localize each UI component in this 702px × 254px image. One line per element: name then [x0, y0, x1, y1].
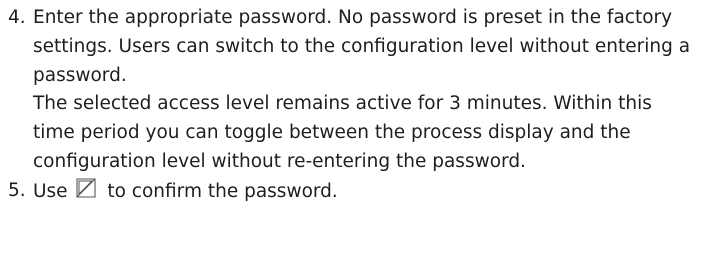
step-4: 4. Enter the appropriate password. No pa… — [8, 4, 698, 177]
step-5: 5. Use to confirm the password. — [8, 177, 698, 207]
step-body: Use to confirm the password. — [33, 177, 698, 207]
instruction-list: 4. Enter the appropriate password. No pa… — [8, 4, 698, 207]
step-text-after: to confirm the password. — [107, 180, 338, 202]
step-paragraph: The selected access level remains active… — [33, 93, 652, 172]
step-number: 4. — [8, 7, 26, 28]
step-text-before: Use — [33, 180, 68, 202]
step-paragraph: Enter the appropriate password. No passw… — [33, 7, 691, 86]
enter-key-icon — [75, 177, 97, 199]
step-body: Enter the appropriate password. No passw… — [33, 4, 698, 177]
step-number: 5. — [8, 179, 26, 201]
